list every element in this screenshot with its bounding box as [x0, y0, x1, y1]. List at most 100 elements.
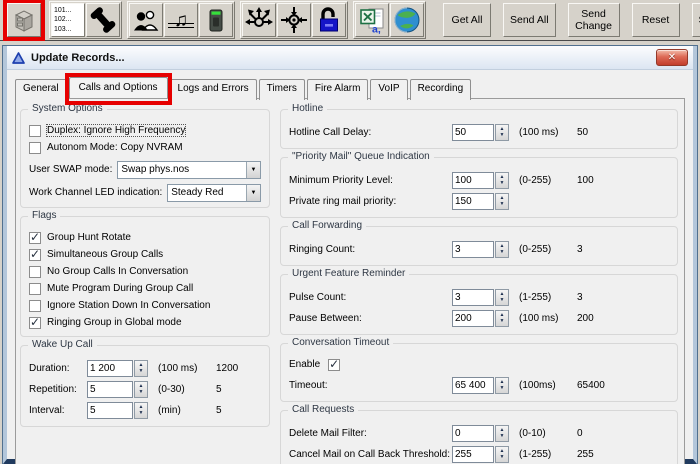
tab-page-calls-and-options: System Options Duplex: Ignore High Frequ…	[15, 98, 685, 464]
checkbox-row-duplex[interactable]: Duplex: Ignore High Frequency	[29, 122, 261, 139]
chevron-down-icon[interactable]: ▼	[246, 162, 260, 178]
checkbox-row-no-group-calls[interactable]: No Group Calls In Conversation	[29, 263, 261, 280]
spinner-down-icon[interactable]: ▼	[500, 133, 505, 139]
excel-export-button[interactable]: a,	[355, 3, 389, 37]
spinner-down-icon[interactable]: ▼	[500, 202, 505, 208]
exchange-server-button[interactable]	[7, 3, 41, 37]
focus-node-button[interactable]	[277, 3, 311, 37]
spin-row-pulse-count: Pulse Count: ▲▼ (1-255) 3	[289, 287, 669, 308]
annotation-box-toolbar	[3, 0, 45, 41]
spinner-down-icon[interactable]: ▼	[139, 369, 144, 375]
reset-button[interactable]: Reset	[632, 3, 680, 37]
private-ring-priority-input[interactable]	[452, 193, 494, 210]
checkbox-row-ignore-station-down[interactable]: Ignore Station Down In Conversation	[29, 297, 261, 314]
send-all-button[interactable]: Send All	[503, 3, 556, 37]
spin-row-cancel-mail-threshold: Cancel Mail on Call Back Threshold: ▲▼ (…	[289, 444, 669, 464]
spinner-down-icon[interactable]: ▼	[500, 250, 505, 256]
broadcast-button[interactable]	[242, 3, 276, 37]
timeout-spinner[interactable]: ▲▼	[495, 377, 509, 394]
cancel-mail-threshold-spinner[interactable]: ▲▼	[495, 446, 509, 463]
pulse-count-input[interactable]	[452, 289, 494, 306]
field-label: Ringing Count:	[289, 244, 452, 255]
pause-between-input[interactable]	[452, 310, 494, 327]
globe-button[interactable]	[390, 3, 424, 37]
checkbox[interactable]	[29, 317, 41, 329]
tab-recording[interactable]: Recording	[410, 79, 472, 100]
music-button[interactable]: ♫	[164, 3, 198, 37]
spinner-down-icon[interactable]: ▼	[500, 386, 505, 392]
group-wake-up-call: Wake Up Call Duration: ▲▼ (100 ms) 1200 …	[20, 345, 270, 427]
dialog-titlebar[interactable]: Update Records... ✕	[7, 46, 693, 70]
checkbox-row-simultaneous[interactable]: Simultaneous Group Calls	[29, 246, 261, 263]
repetition-spinner[interactable]: ▲▼	[134, 381, 148, 398]
ringing-count-spinner[interactable]: ▲▼	[495, 241, 509, 258]
duration-input[interactable]	[87, 360, 133, 377]
chevron-down-icon[interactable]: ▼	[246, 185, 260, 201]
app-triangle-icon	[12, 52, 25, 64]
duration-spinner[interactable]: ▲▼	[134, 360, 148, 377]
send-change-button[interactable]: Send Change	[568, 3, 620, 37]
min-priority-input[interactable]	[452, 172, 494, 189]
unit-label: (100ms)	[519, 380, 569, 391]
checkbox-row-group-hunt[interactable]: Group Hunt Rotate	[29, 229, 261, 246]
station-button[interactable]	[199, 3, 233, 37]
lock-button[interactable]	[312, 3, 346, 37]
spin-row-min-priority: Minimum Priority Level: ▲▼ (0-255) 100	[289, 170, 669, 191]
current-value: 255	[577, 449, 594, 460]
checkbox[interactable]	[29, 300, 41, 312]
get-all-button[interactable]: Get All	[443, 3, 491, 37]
update-records-dialog: Update Records... ✕ General Calls and Op…	[3, 46, 697, 464]
checkbox[interactable]	[29, 266, 41, 278]
close-button[interactable]: ✕	[656, 49, 688, 66]
music-icon: ♫	[166, 6, 196, 34]
spinner-down-icon[interactable]: ▼	[500, 181, 505, 187]
node-list-button[interactable]: 101... 102... 103...	[51, 3, 85, 37]
tab-voip[interactable]: VoIP	[370, 79, 407, 100]
field-label: Timeout:	[289, 380, 452, 391]
enable-row[interactable]: Enable	[289, 356, 669, 373]
checkbox[interactable]	[29, 142, 41, 154]
toolbar-group-export: a,	[353, 1, 426, 39]
cancel-mail-threshold-input[interactable]	[452, 446, 494, 463]
delete-mail-filter-input[interactable]	[452, 425, 494, 442]
checkbox-label: Autonom Mode: Copy NVRAM	[47, 142, 183, 153]
subscribers-button[interactable]	[129, 3, 163, 37]
spinner-down-icon[interactable]: ▼	[500, 298, 505, 304]
private-ring-priority-spinner[interactable]: ▲▼	[495, 193, 509, 210]
tab-general[interactable]: General	[15, 79, 67, 100]
spinner-down-icon[interactable]: ▼	[139, 390, 144, 396]
checkbox-row-autonom[interactable]: Autonom Mode: Copy NVRAM	[29, 139, 261, 156]
spinner-down-icon[interactable]: ▼	[500, 455, 505, 461]
delete-mail-filter-spinner[interactable]: ▲▼	[495, 425, 509, 442]
checkbox[interactable]	[29, 249, 41, 261]
checkbox[interactable]	[29, 232, 41, 244]
spinner-down-icon[interactable]: ▼	[500, 319, 505, 325]
led-indication-select[interactable]: Steady Red ▼	[167, 184, 261, 202]
tab-calls-and-options[interactable]: Calls and Options	[69, 77, 168, 98]
user-swap-mode-select[interactable]: Swap phys.nos ▼	[117, 161, 261, 179]
checkbox-row-ringing-group-global[interactable]: Ringing Group in Global mode	[29, 314, 261, 331]
interval-spinner[interactable]: ▲▼	[134, 402, 148, 419]
current-value: 0	[577, 428, 583, 439]
tab-timers[interactable]: Timers	[259, 79, 305, 100]
spinner-down-icon[interactable]: ▼	[500, 434, 505, 440]
min-priority-spinner[interactable]: ▲▼	[495, 172, 509, 189]
hotline-delay-input[interactable]	[452, 124, 494, 141]
checkbox-row-mute-program[interactable]: Mute Program During Group Call	[29, 280, 261, 297]
group-title: Urgent Feature Reminder	[288, 268, 409, 279]
repetition-input[interactable]	[87, 381, 133, 398]
pause-between-spinner[interactable]: ▲▼	[495, 310, 509, 327]
timeout-input[interactable]	[452, 377, 494, 394]
interval-input[interactable]	[87, 402, 133, 419]
pulse-count-spinner[interactable]: ▲▼	[495, 289, 509, 306]
tab-fire-alarm[interactable]: Fire Alarm	[307, 79, 369, 100]
checkbox[interactable]	[29, 283, 41, 295]
checkbox[interactable]	[29, 125, 41, 137]
set-node-button[interactable]: Set Node	[692, 3, 700, 37]
phone-button[interactable]	[86, 3, 120, 37]
hotline-delay-spinner[interactable]: ▲▼	[495, 124, 509, 141]
enable-checkbox[interactable]	[328, 359, 340, 371]
spinner-down-icon[interactable]: ▼	[139, 411, 144, 417]
tab-logs-and-errors[interactable]: Logs and Errors	[170, 79, 257, 100]
ringing-count-input[interactable]	[452, 241, 494, 258]
